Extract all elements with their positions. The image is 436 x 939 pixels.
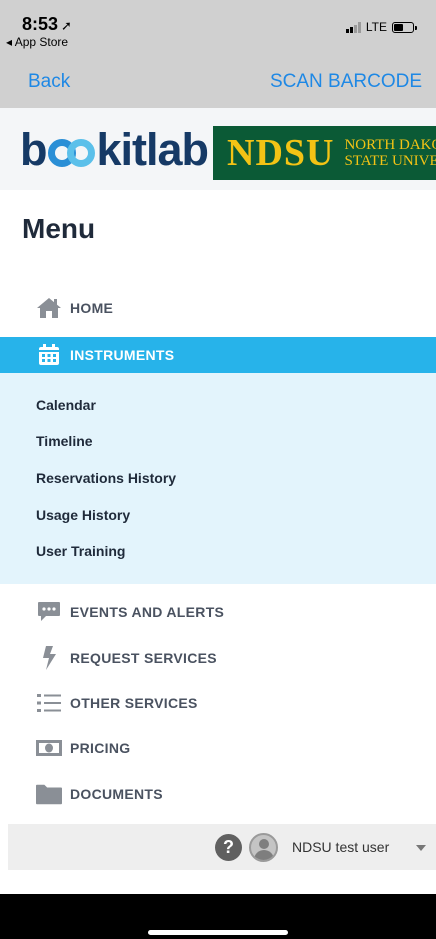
help-icon[interactable]: ? bbox=[215, 834, 242, 861]
ndsu-subtitle: NORTH DAKO STATE UNIVE bbox=[344, 137, 436, 169]
nav-bar: Back SCAN BARCODE bbox=[0, 54, 436, 108]
menu-item-label: REQUEST SERVICES bbox=[70, 650, 217, 666]
submenu-item-reservations-history[interactable]: Reservations History bbox=[36, 470, 176, 486]
scan-barcode-button[interactable]: SCAN BARCODE bbox=[270, 71, 422, 93]
ndsu-subtitle-line1: NORTH DAKO bbox=[344, 137, 436, 153]
status-time-text: 8:53 bbox=[22, 14, 59, 34]
home-icon bbox=[36, 295, 62, 321]
submenu-item-calendar[interactable]: Calendar bbox=[36, 397, 96, 413]
menu-item-label: OTHER SERVICES bbox=[70, 695, 198, 711]
menu-item-documents[interactable]: DOCUMENTS bbox=[0, 776, 436, 812]
ndsu-logo: NDSU NORTH DAKO STATE UNIVE bbox=[213, 126, 436, 180]
status-time: 8:53 ➚ bbox=[22, 14, 72, 35]
ndsu-wordmark: NDSU bbox=[227, 132, 335, 174]
bookitlab-logo: b kitlab bbox=[20, 124, 210, 176]
menu-item-other-services[interactable]: OTHER SERVICES bbox=[0, 685, 436, 721]
folder-icon bbox=[36, 781, 62, 807]
logo-prefix: b bbox=[20, 124, 47, 175]
money-icon bbox=[36, 735, 62, 761]
menu-item-instruments[interactable]: INSTRUMENTS bbox=[0, 337, 436, 373]
back-button[interactable]: Back bbox=[28, 71, 70, 93]
menu-item-label: EVENTS AND ALERTS bbox=[70, 604, 225, 620]
back-to-app-store[interactable]: ◂ App Store bbox=[6, 35, 68, 49]
submenu-item-user-training[interactable]: User Training bbox=[36, 543, 125, 559]
lightning-icon bbox=[36, 645, 62, 671]
chat-bubble-icon bbox=[36, 599, 62, 625]
submenu-item-usage-history[interactable]: Usage History bbox=[36, 507, 130, 523]
logo-suffix: kitlab bbox=[96, 124, 210, 175]
status-bar: 8:53 ➚ ◂ App Store LTE bbox=[0, 0, 436, 54]
battery-icon bbox=[392, 21, 417, 33]
user-bar: ? NDSU test user bbox=[8, 824, 436, 870]
instruments-submenu: Calendar Timeline Reservations History U… bbox=[0, 373, 436, 584]
home-indicator[interactable] bbox=[148, 930, 288, 935]
home-indicator-area bbox=[0, 894, 436, 939]
user-avatar-icon[interactable] bbox=[249, 833, 278, 862]
logo-rings-icon bbox=[47, 136, 96, 170]
network-label: LTE bbox=[365, 20, 387, 34]
menu-item-home[interactable]: HOME bbox=[0, 290, 436, 326]
chevron-down-icon[interactable] bbox=[416, 845, 426, 851]
status-indicators: LTE bbox=[345, 20, 417, 34]
menu-item-label: INSTRUMENTS bbox=[70, 347, 175, 363]
location-icon: ➚ bbox=[61, 18, 72, 33]
menu-item-label: PRICING bbox=[70, 740, 131, 756]
signal-icon bbox=[345, 21, 361, 33]
menu-item-label: DOCUMENTS bbox=[70, 786, 163, 802]
menu-item-events-and-alerts[interactable]: EVENTS AND ALERTS bbox=[0, 594, 436, 630]
user-name[interactable]: NDSU test user bbox=[292, 839, 389, 855]
brand-banner: b kitlab NDSU NORTH DAKO STATE UNIVE bbox=[0, 108, 436, 190]
menu-item-request-services[interactable]: REQUEST SERVICES bbox=[0, 640, 436, 676]
submenu-item-timeline[interactable]: Timeline bbox=[36, 433, 93, 449]
battery-level bbox=[394, 23, 403, 31]
calendar-icon bbox=[36, 342, 62, 368]
list-icon bbox=[36, 690, 62, 716]
menu-item-label: HOME bbox=[70, 300, 114, 316]
menu-title: Menu bbox=[22, 213, 96, 244]
menu-item-pricing[interactable]: PRICING bbox=[0, 730, 436, 766]
ndsu-subtitle-line2: STATE UNIVE bbox=[344, 153, 436, 169]
